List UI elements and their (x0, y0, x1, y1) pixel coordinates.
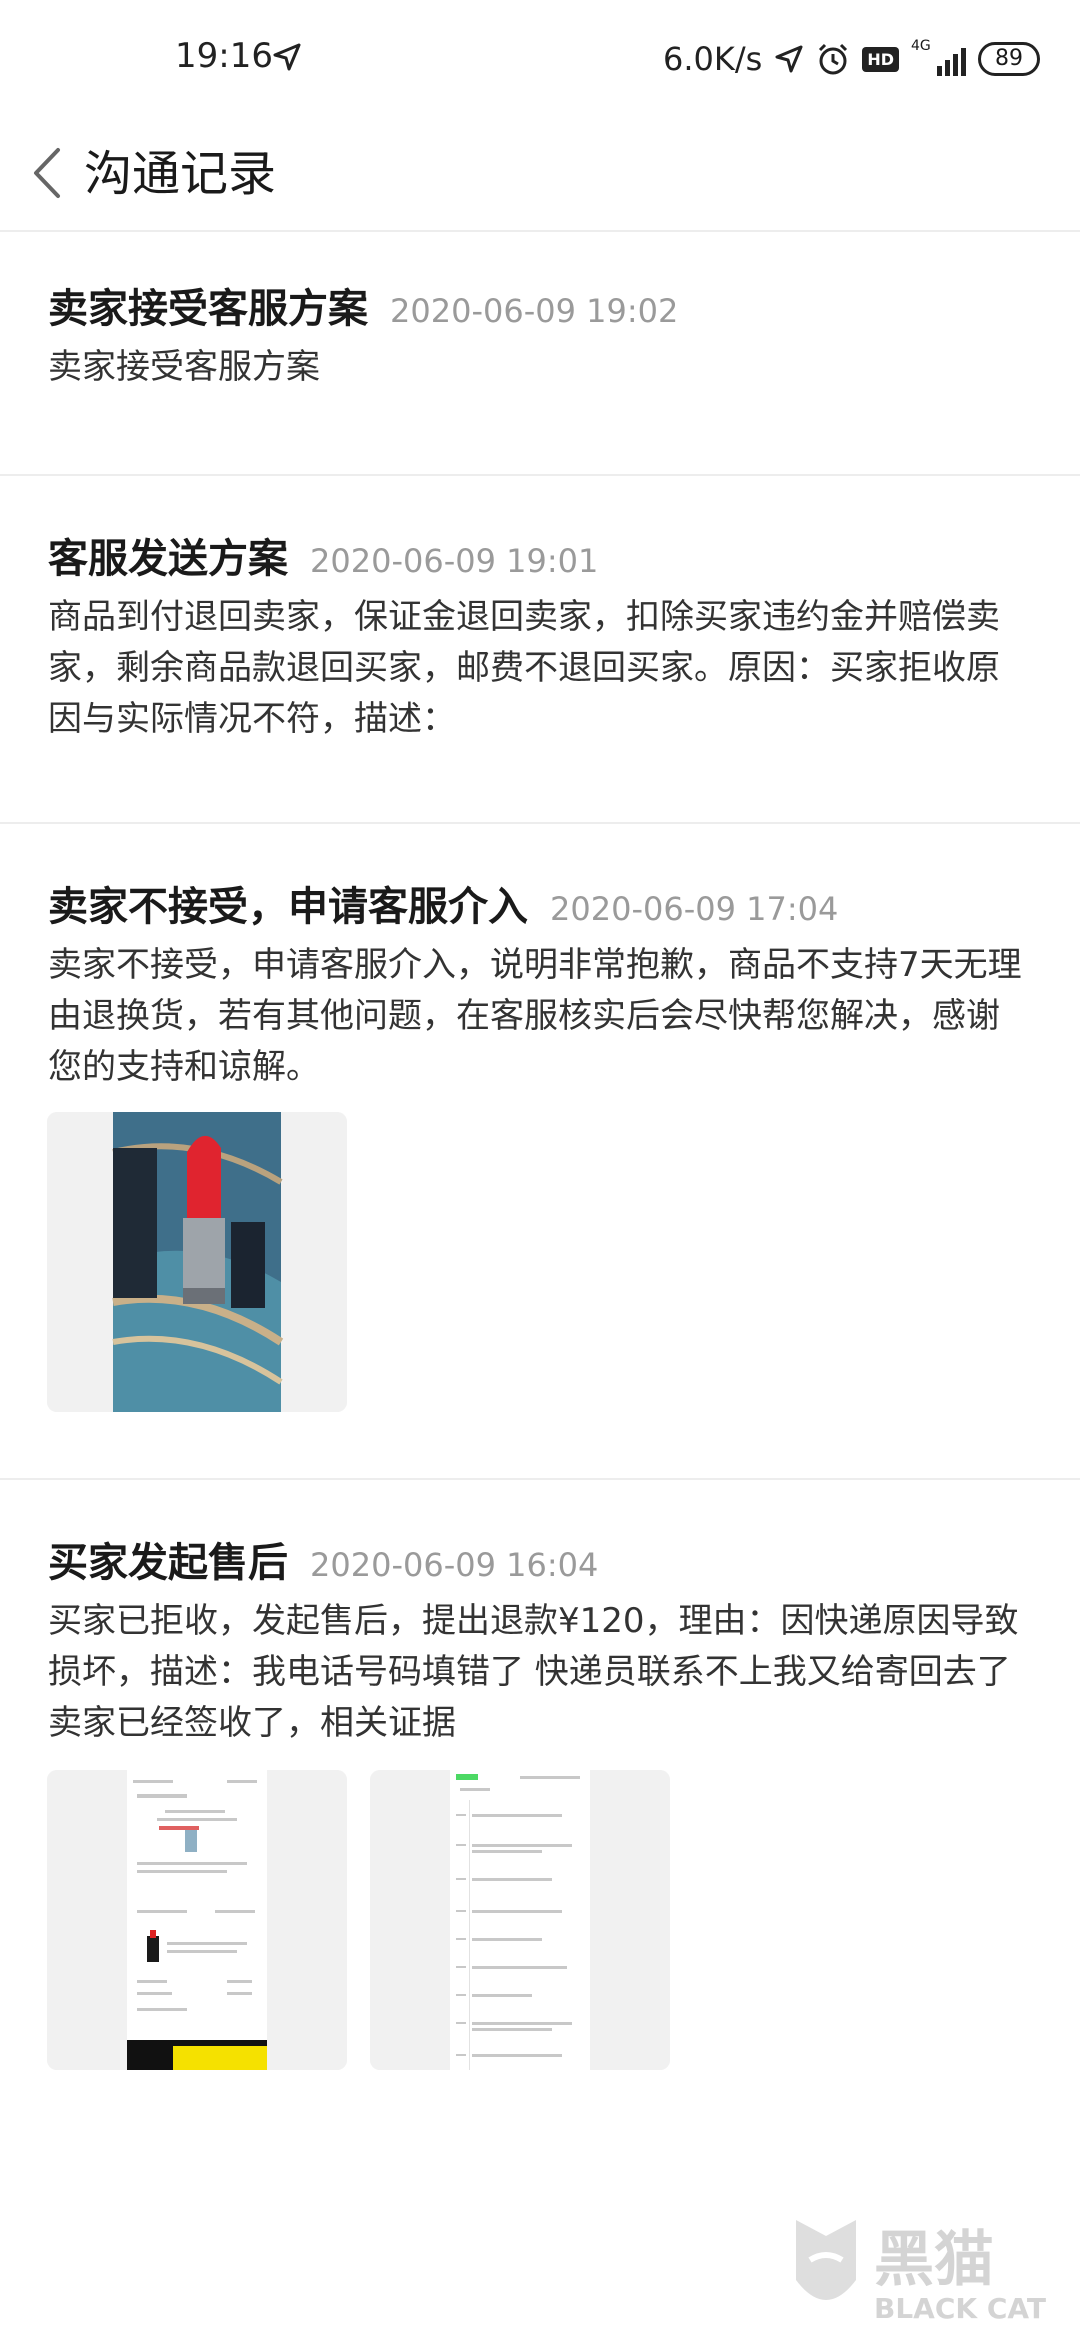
record-timestamp: 2020-06-09 17:04 (550, 890, 839, 928)
alarm-clock-icon (819, 43, 848, 75)
record-header: 卖家接受客服方案 2020-06-09 19:02 (48, 276, 678, 334)
record-item: 客服发送方案 2020-06-09 19:01 商品到付退回卖家，保证金退回卖家… (0, 476, 1080, 821)
status-right: 6.0K/s HD 4G 89 (663, 34, 1040, 84)
signal-indicator: 4G (911, 38, 966, 76)
location-arrow-icon (775, 45, 803, 73)
page-title: 沟通记录 (84, 146, 277, 202)
record-title: 卖家不接受，申请客服介入 (48, 884, 528, 930)
record-item: 买家发起售后 2020-06-09 16:04 买家已拒收，发起售后，提出退款¥… (0, 1480, 1080, 2130)
back-chevron-icon[interactable] (24, 128, 68, 218)
black-cat-logo-icon: 黑猫 BLACK CAT (796, 2220, 1046, 2325)
record-title: 买家发起售后 (48, 1540, 288, 1586)
hd-badge: HD (862, 46, 899, 72)
signal-icon (937, 48, 966, 76)
logistics-screenshot-image (370, 1770, 670, 2070)
record-description: 卖家接受客服方案 (48, 347, 320, 387)
black-cat-watermark: 黑猫 BLACK CAT (786, 2210, 1066, 2330)
network-speed: 6.0K/s (663, 40, 763, 78)
location-arrow-icon (273, 43, 301, 71)
record-description: 商品到付退回卖家，保证金退回卖家，扣除买家违约金并赔偿卖家，剩余商品款退回买家，… (48, 597, 1000, 739)
network-type: 4G (911, 38, 931, 54)
lipstick-photo-image (47, 1112, 347, 1412)
record-description: 卖家不接受，申请客服介入，说明非常抱歉，商品不支持7天无理由退换货，若有其他问题… (48, 945, 1022, 1087)
status-bar: 19:16 6.0K/s HD 4G 89 (0, 0, 1080, 118)
battery-level: 89 (978, 42, 1040, 76)
record-timestamp: 2020-06-09 19:02 (390, 292, 679, 330)
title-bar: 沟通记录 (0, 118, 1080, 230)
record-header: 卖家不接受，申请客服介入 2020-06-09 17:04 (48, 874, 838, 932)
order-screenshot-image (47, 1770, 347, 2070)
record-item: 卖家接受客服方案 2020-06-09 19:02 卖家接受客服方案 (0, 232, 1080, 472)
record-description: 买家已拒收，发起售后，提出退款¥120，理由：因快递原因导致损坏，描述：我电话号… (48, 1601, 1019, 1743)
record-timestamp: 2020-06-09 16:04 (310, 1546, 599, 1584)
evidence-screenshot-thumbnail[interactable] (47, 1770, 347, 2070)
record-title: 客服发送方案 (48, 536, 288, 582)
record-header: 买家发起售后 2020-06-09 16:04 (48, 1530, 598, 1588)
evidence-screenshot-thumbnail[interactable] (370, 1770, 670, 2070)
record-header: 客服发送方案 2020-06-09 19:01 (48, 526, 598, 584)
status-time: 19:16 (175, 36, 273, 76)
record-timestamp: 2020-06-09 19:01 (310, 542, 599, 580)
watermark-en-text: BLACK CAT (874, 2292, 1046, 2325)
record-item: 卖家不接受，申请客服介入 2020-06-09 17:04 卖家不接受，申请客服… (0, 824, 1080, 1478)
record-title: 卖家接受客服方案 (48, 286, 368, 332)
evidence-photo-thumbnail[interactable] (47, 1112, 347, 1412)
watermark-cn-text: 黑猫 (874, 2225, 994, 2295)
